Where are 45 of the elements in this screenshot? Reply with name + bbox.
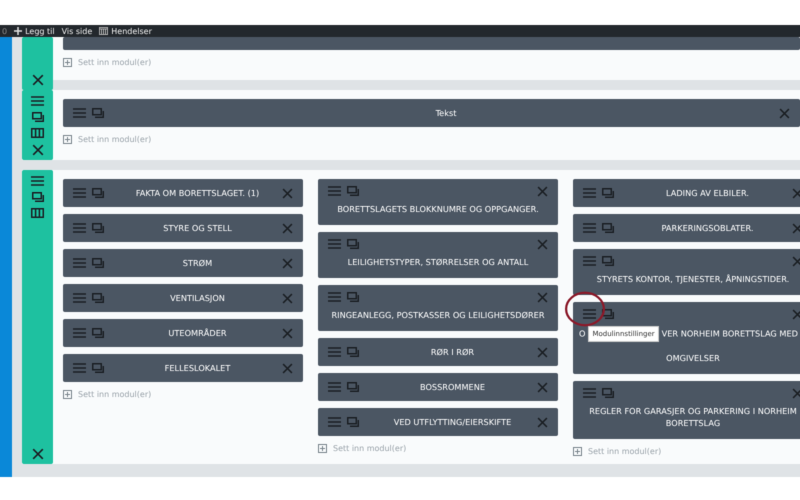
module-title: RINGEANLEGG, POSTKASSER OG LEILIGHETSDØRER	[330, 309, 546, 322]
insert-module-link[interactable]: Sett inn modul(er)	[588, 447, 662, 456]
insert-module-link[interactable]: Sett inn modul(er)	[78, 390, 152, 399]
add-icon[interactable]	[63, 58, 72, 67]
columns-icon[interactable]	[31, 128, 44, 138]
module-title: FAKTA OM BORETTSLAGET. (1)	[134, 188, 260, 198]
add-icon[interactable]	[63, 390, 72, 399]
module-title: LEILIGHETSTYPER, STØRRELSER OG ANTALL	[346, 256, 530, 269]
insert-module-link[interactable]: Sett inn modul(er)	[78, 135, 152, 144]
module-title: OMGIVELSER	[666, 353, 720, 363]
module-title: O	[579, 328, 586, 338]
duplicate-icon[interactable]	[32, 192, 44, 202]
module-title: LADING AV ELBILER.	[665, 188, 750, 198]
module-title: RØR I RØR	[430, 347, 476, 357]
insert-module-link[interactable]: Sett inn modul(er)	[78, 58, 152, 67]
module-title: VED UTFLYTTING/EIERSKIFTE	[392, 417, 512, 427]
add-icon[interactable]	[573, 447, 582, 456]
module-title: VENTILASJON	[169, 293, 226, 303]
insert-module-link[interactable]: Sett inn modul(er)	[333, 444, 406, 453]
menu-icon[interactable]	[31, 96, 44, 106]
close-icon[interactable]	[32, 448, 44, 460]
close-icon[interactable]	[32, 144, 44, 156]
module-title: STRØM	[182, 258, 214, 268]
admin-link[interactable]: Legg til	[25, 26, 55, 36]
close-icon[interactable]	[32, 74, 44, 86]
plus-icon[interactable]	[14, 27, 22, 35]
menu-icon[interactable]	[31, 176, 44, 186]
add-icon[interactable]	[63, 135, 72, 144]
admin-link[interactable]: Hendelser	[111, 26, 152, 36]
module-title: REGLER FOR GARASJER OG PARKERING I NORHEIM BORETTSLAG	[588, 405, 798, 430]
calendar-icon[interactable]	[99, 27, 108, 35]
module-title: FELLESLOKALET	[164, 363, 232, 373]
module-title: BORETTSLAGETS BLOKKNUMRE OG OPPGANGER.	[336, 203, 540, 216]
module-title: STYRE OG STELL	[162, 223, 233, 233]
counter: 0	[2, 26, 8, 36]
module-title: STYRETS KONTOR, TJENESTER, ÅPNINGSTIDER.	[596, 273, 790, 286]
module-title: VER NORHEIM BORETTSLAG MED	[662, 328, 798, 338]
columns-icon[interactable]	[31, 208, 44, 218]
module-title: BOSSROMMENE	[418, 382, 486, 392]
module-title: UTEOMRÅDER	[167, 328, 228, 338]
duplicate-icon[interactable]	[32, 112, 44, 122]
admin-link[interactable]: Vis side	[62, 26, 92, 36]
module-title: Tekst	[434, 108, 458, 118]
module-title: PARKERINGSOBLATER.	[660, 223, 754, 233]
add-icon[interactable]	[318, 444, 327, 453]
